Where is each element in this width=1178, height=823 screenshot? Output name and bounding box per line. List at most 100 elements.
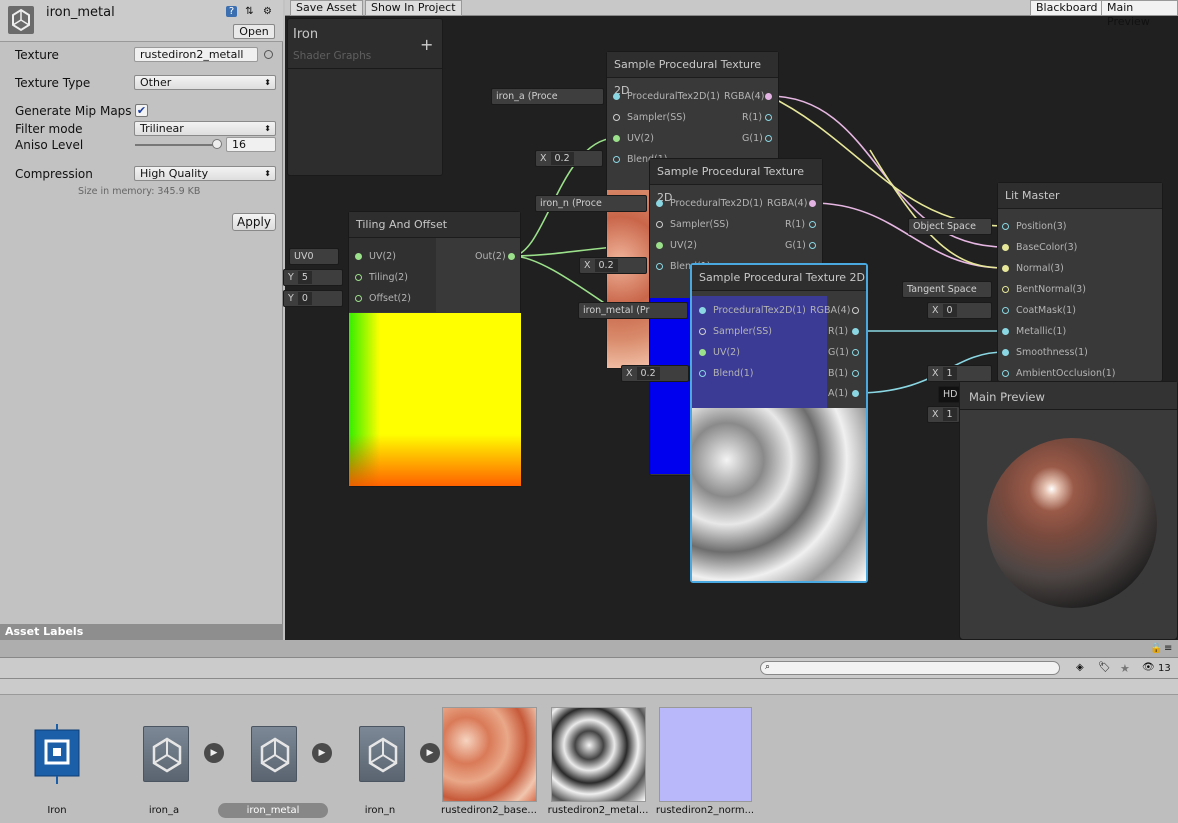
coatmask-port[interactable] [1002,307,1009,314]
r-port[interactable] [765,114,772,121]
basecolor-label: BaseColor(3) [1016,242,1078,253]
proctex-port[interactable] [656,200,663,207]
basecolor-port[interactable] [1002,244,1009,251]
blend-port[interactable] [613,156,620,163]
chip-text: Object Space [913,221,976,232]
r-port[interactable] [852,328,859,335]
r-port[interactable] [809,221,816,228]
b-port[interactable] [852,370,859,377]
g-port[interactable] [809,242,816,249]
rgba-port[interactable] [852,307,859,314]
tangent-space-chip[interactable]: Tangent Space [902,281,992,298]
search-input[interactable]: ⌕ [760,661,1060,675]
sampler-label: Sampler(SS) [713,326,772,337]
object-space-chip[interactable]: Object Space [908,218,992,235]
blend-chip[interactable]: X 0.2 [621,365,689,382]
blend-chip[interactable]: X 0.2 [535,150,603,167]
play-icon[interactable]: ▶ [204,743,224,763]
search-icon: ⌕ [765,662,771,672]
unity-asset-icon[interactable] [251,726,297,782]
blend-port[interactable] [699,370,706,377]
uv-port[interactable] [699,349,706,356]
bentnormal-label: BentNormal(3) [1016,284,1086,295]
uv-port[interactable] [613,135,620,142]
offset-chip[interactable]: Y0 [283,290,343,307]
sampler-port[interactable] [613,114,620,121]
hd-chip[interactable]: HD [938,386,960,403]
hidden-packages-icon[interactable]: 👁 [1142,662,1155,673]
rgba-port[interactable] [765,93,772,100]
asset-label: Iron [47,805,67,816]
bentnormal-port[interactable] [1002,286,1009,293]
favorite-star-icon[interactable]: ★ [1120,662,1130,675]
unity-asset-icon[interactable] [143,726,189,782]
out-port[interactable] [508,253,515,260]
metallic-port[interactable] [1002,328,1009,335]
coatmask-value[interactable]: 0 [942,304,957,317]
texture-thumbnail[interactable] [442,707,537,802]
play-icon[interactable]: ▶ [420,743,440,763]
extra-value[interactable]: 1 [942,408,957,421]
proctex-chip[interactable]: iron_n (Proce [535,195,647,212]
ao-port[interactable] [1002,370,1009,377]
position-label: Position(3) [1016,221,1067,232]
chip-text: iron_a (Proce [496,91,558,102]
asset-label: rustediron2_base... [441,805,537,816]
g-port[interactable] [852,349,859,356]
proctex-chip[interactable]: iron_metal (Pr [578,302,688,319]
proctex-port[interactable] [699,307,706,314]
uv-chip-text: UV0 [294,251,314,262]
menu-icon[interactable]: ≡ [1164,643,1172,654]
position-port[interactable] [1002,223,1009,230]
ao-chip[interactable]: X1 [927,365,992,382]
project-breadcrumb-bar [0,679,1178,695]
tiling-chip[interactable]: Y5 [283,269,343,286]
sampler-port[interactable] [699,328,706,335]
blend-value[interactable]: 0.2 [636,367,660,380]
offset-port[interactable] [355,295,362,302]
uv-port[interactable] [656,242,663,249]
proctex-port[interactable] [613,93,620,100]
axis-label: Y [288,293,294,304]
tiling-port[interactable] [355,274,362,281]
main-preview-panel[interactable]: Main Preview [959,381,1178,640]
proctex-chip[interactable]: iron_a (Proce [491,88,604,105]
ao-value[interactable]: 1 [942,367,957,380]
sampler-port[interactable] [656,221,663,228]
uv-channel-chip[interactable]: UV0 [289,248,339,265]
axis-label: X [932,368,939,379]
asset-label: rustediron2_norm... [655,805,755,816]
rgba-label: RGBA(4) [724,91,765,102]
label-icon[interactable]: 🏷 [1098,662,1111,673]
uv-port[interactable] [355,253,362,260]
shader-graph-asset-icon[interactable] [34,724,80,784]
preview-sphere[interactable] [987,438,1157,608]
play-icon[interactable]: ▶ [312,743,332,763]
extra-chip[interactable]: X1 [927,406,960,423]
tiling-label: Tiling(2) [369,272,408,283]
asset-label: rustediron2_metal... [547,805,649,816]
rgba-port[interactable] [809,200,816,207]
coatmask-chip[interactable]: X0 [927,302,992,319]
filter-type-icon[interactable]: ◈ [1076,662,1084,673]
texture-thumbnail[interactable] [551,707,646,802]
tiling-value[interactable]: 5 [297,271,312,284]
a-port[interactable] [852,390,859,397]
g-port[interactable] [765,135,772,142]
axis-label: X [626,368,633,379]
g-label: G(1) [785,240,806,251]
chip-text: HD [943,389,958,400]
blend-value[interactable]: 0.2 [594,259,618,272]
blend-chip[interactable]: X 0.2 [579,257,647,274]
texture-thumbnail[interactable] [659,707,752,802]
blend-value[interactable]: 0.2 [550,152,574,165]
normal-port[interactable] [1002,265,1009,272]
offset-label: Offset(2) [369,293,411,304]
axis-label: X [932,305,939,316]
offset-value[interactable]: 0 [297,292,312,305]
blend-port[interactable] [656,263,663,270]
lock-icon[interactable]: 🔒 [1150,643,1162,654]
asset-label: iron_n [364,805,396,816]
smoothness-port[interactable] [1002,349,1009,356]
unity-asset-icon[interactable] [359,726,405,782]
